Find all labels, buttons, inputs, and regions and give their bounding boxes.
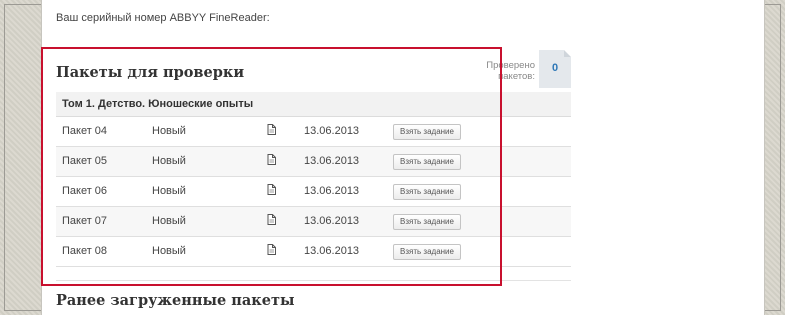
checked-counter-value: 0	[551, 62, 559, 74]
serial-number-label: Ваш серийный номер ABBYY FineReader:	[56, 12, 270, 24]
highlight-frame	[41, 47, 502, 286]
counter-corner-fold	[564, 50, 571, 57]
previous-packages-title: Ранее загруженные пакеты	[56, 292, 295, 309]
checked-counter-badge: 0	[539, 50, 571, 88]
